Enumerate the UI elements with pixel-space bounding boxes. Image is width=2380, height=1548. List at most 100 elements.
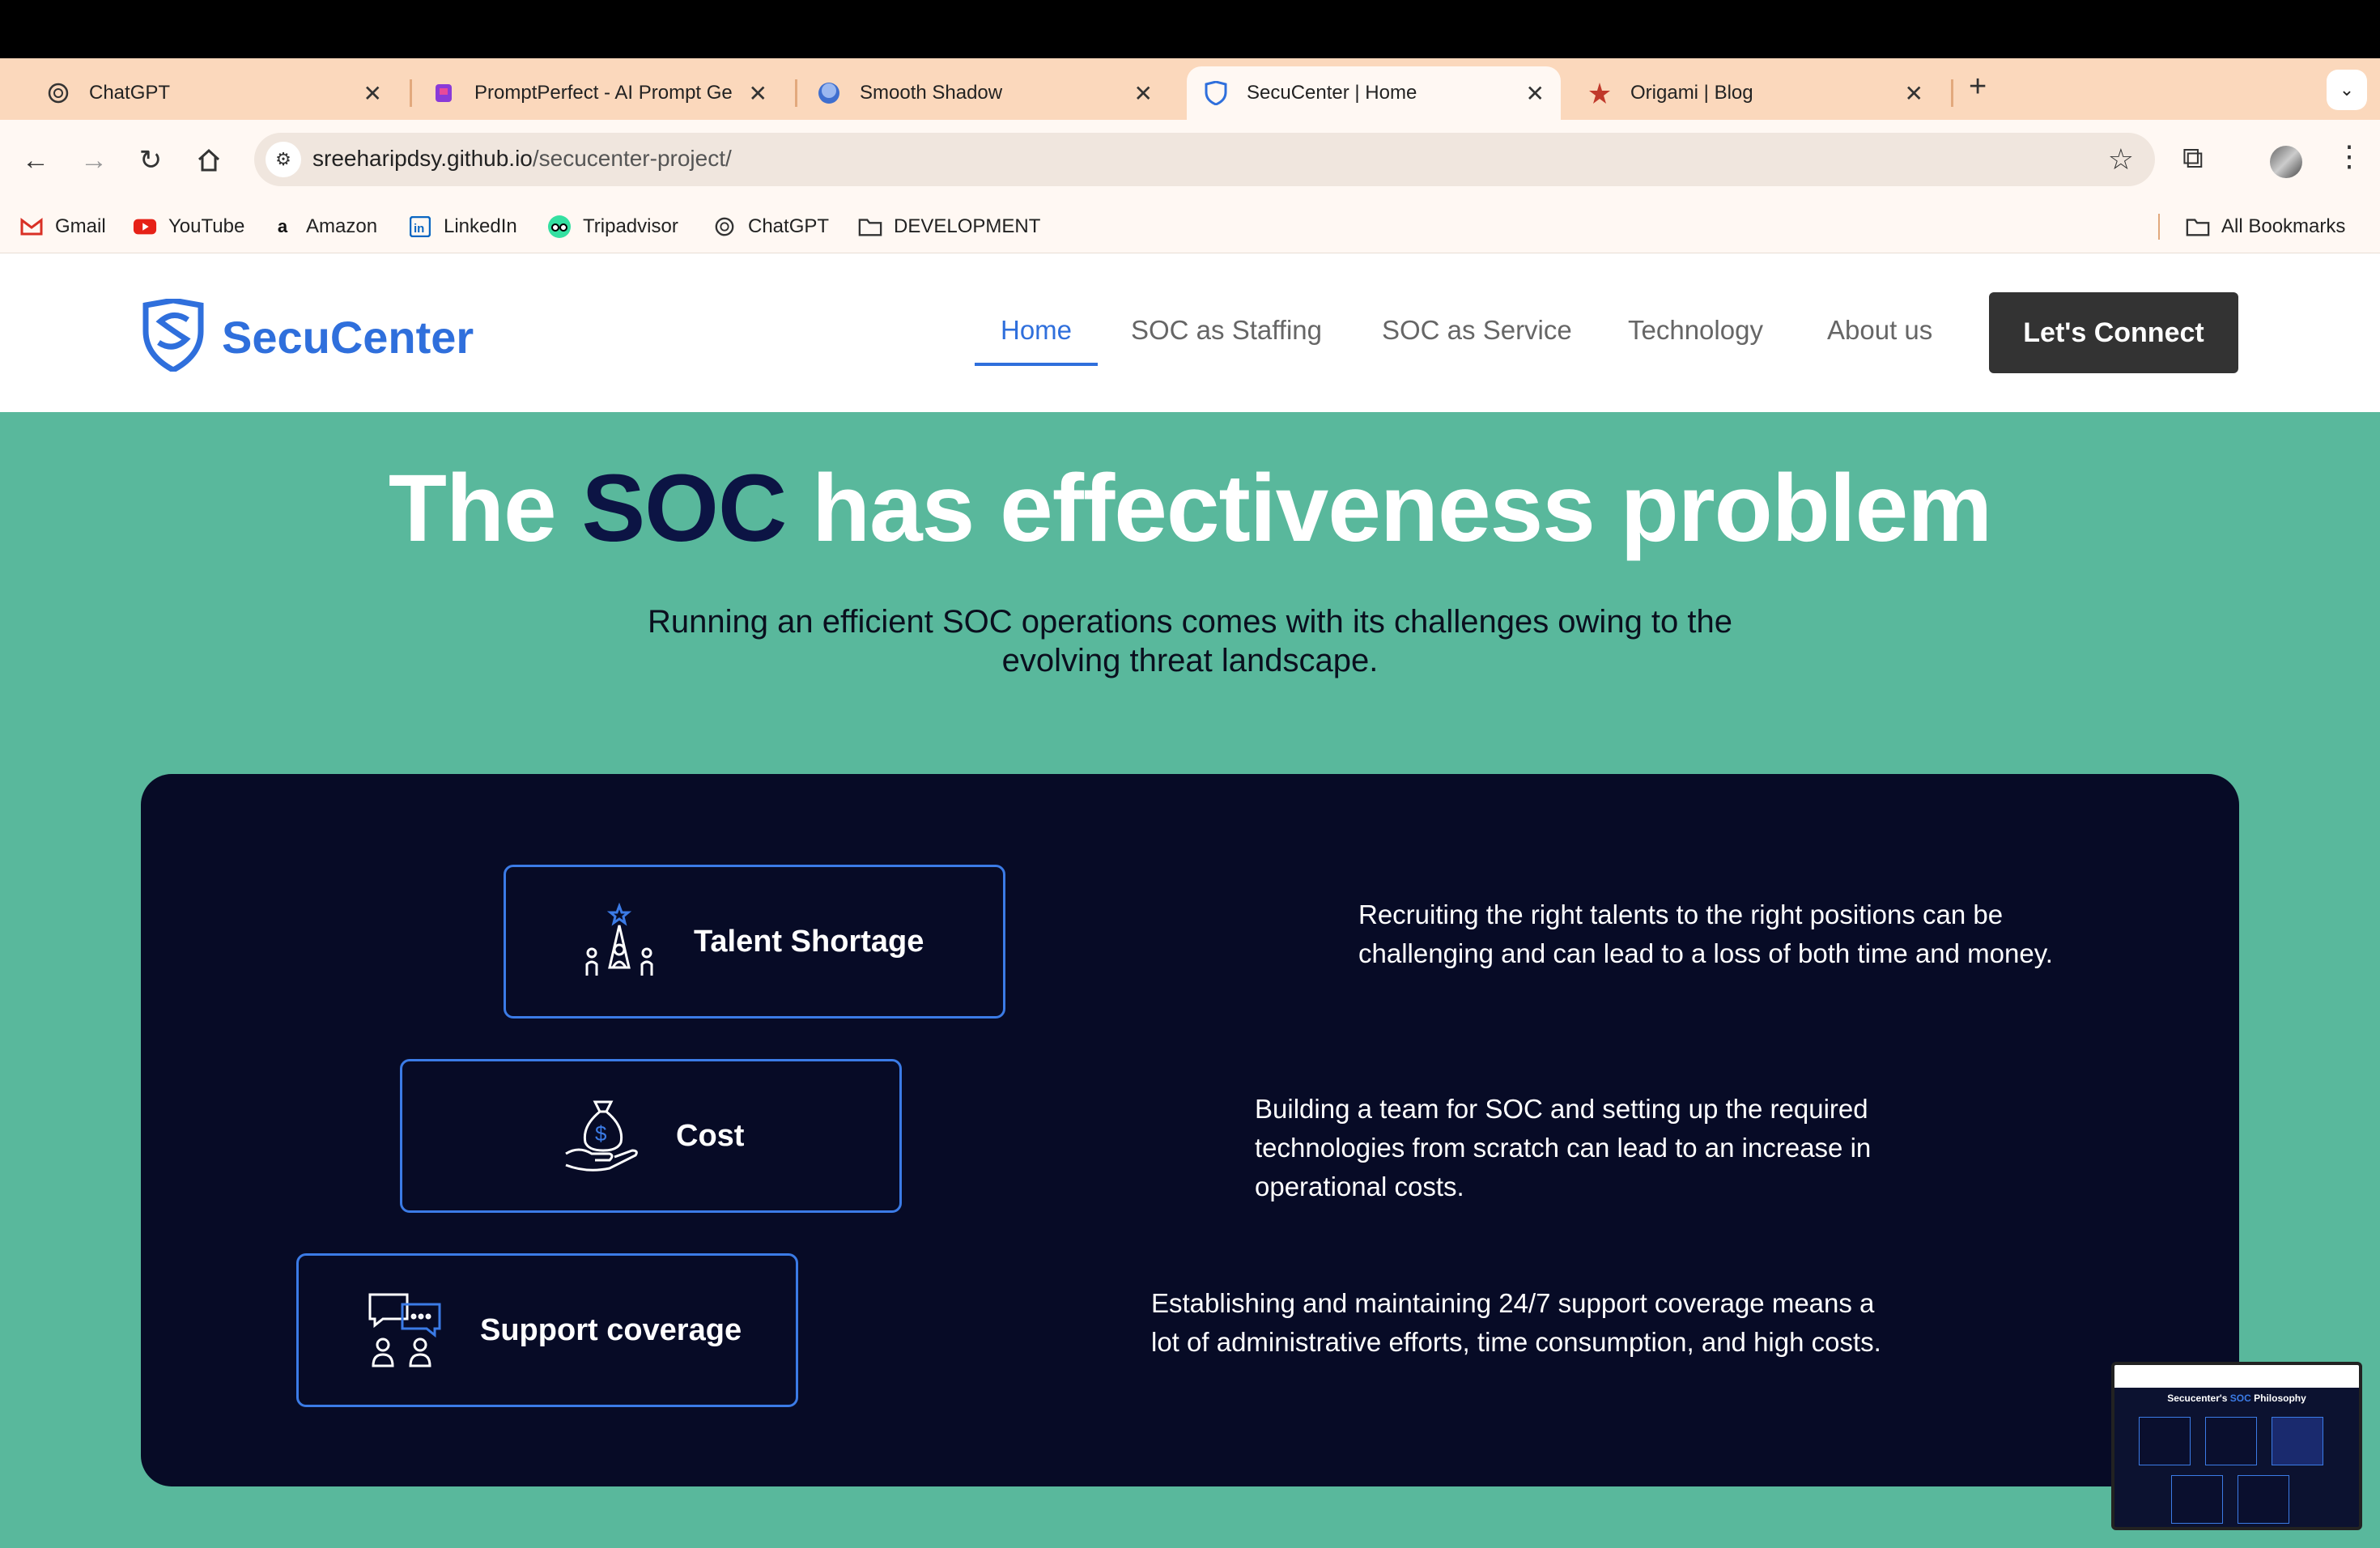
nav-home[interactable]: Home: [1001, 315, 1072, 346]
profile-avatar[interactable]: [2270, 146, 2302, 178]
tab-strip: ChatGPT ✕ PromptPerfect - AI Prompt Ge ✕…: [0, 58, 2380, 120]
close-icon[interactable]: ✕: [1134, 80, 1153, 107]
bookmark-youtube[interactable]: YouTube: [133, 212, 244, 241]
tab-separator: [1951, 79, 1953, 107]
bookmark-development-folder[interactable]: DEVELOPMENT: [858, 212, 1040, 241]
bookmark-chatgpt[interactable]: ChatGPT: [712, 212, 829, 241]
site-settings-icon[interactable]: ⚙: [266, 142, 301, 177]
support-chat-icon: [365, 1290, 446, 1371]
bookmark-star-icon[interactable]: ☆: [2108, 142, 2134, 176]
secucenter-icon: [1203, 80, 1229, 106]
thumbnail-card: [2139, 1417, 2191, 1465]
address-bar[interactable]: ⚙ sreeharipdsy.github.io/secucenter-proj…: [254, 133, 2155, 186]
bookmark-label: Tripadvisor: [583, 215, 678, 237]
brand-name: SecuCenter: [222, 312, 474, 363]
smooth-shadow-icon: [816, 80, 842, 106]
challenge-description: Building a team for SOC and setting up t…: [1255, 1094, 1872, 1201]
bookmarks-bar: Gmail YouTube a Amazon in LinkedIn Tripa…: [0, 201, 2380, 253]
browser-toolbar: ← → ↻ ⚙ sreeharipdsy.github.io/secucente…: [0, 120, 2380, 201]
screen-top-bar: [0, 0, 2380, 58]
nav-technology[interactable]: Technology: [1628, 315, 1763, 346]
browser-menu-icon[interactable]: ⋮: [2335, 139, 2364, 173]
bookmark-label: LinkedIn: [444, 215, 517, 237]
tab-title: Origami | Blog: [1630, 82, 1753, 104]
challenges-panel: Talent Shortage Recruiting the right tal…: [141, 774, 2239, 1486]
challenge-description: Recruiting the right talents to the righ…: [1358, 899, 2053, 968]
amazon-icon: a: [277, 216, 288, 236]
promptperfect-icon: [431, 80, 457, 106]
all-bookmarks[interactable]: All Bookmarks: [2186, 212, 2345, 241]
thumbnail-header: [2114, 1365, 2359, 1388]
linkedin-icon: in: [408, 215, 432, 239]
thumbnail-card: [2171, 1475, 2223, 1524]
tripadvisor-icon: [547, 215, 572, 239]
gmail-icon: [19, 215, 44, 239]
bookmark-label: All Bookmarks: [2221, 215, 2346, 237]
back-arrow-icon[interactable]: ←: [18, 142, 53, 178]
challenge-card-support-coverage: Support coverage: [296, 1253, 798, 1407]
thumbnail-card: [2272, 1417, 2323, 1465]
lets-connect-button[interactable]: Let's Connect: [1989, 292, 2238, 373]
challenge-title: Support coverage: [480, 1312, 742, 1347]
hero-subtitle: Running an efficient SOC operations come…: [647, 604, 1733, 678]
talent-icon: [579, 901, 660, 982]
thumbnail-title: Secucenter's SOC Philosophy: [2167, 1393, 2306, 1404]
close-icon[interactable]: ✕: [749, 80, 767, 107]
tab-origami[interactable]: Origami | Blog ✕: [1587, 66, 1940, 120]
tab-title: Smooth Shadow: [860, 82, 1003, 104]
active-nav-indicator: [975, 363, 1098, 366]
screenshot-thumbnail[interactable]: Secucenter's SOC Philosophy: [2111, 1362, 2362, 1530]
tab-promptperfect[interactable]: PromptPerfect - AI Prompt Ge ✕: [431, 66, 784, 120]
tab-separator: [410, 79, 412, 107]
money-bag-hand-icon: $: [561, 1095, 642, 1176]
close-icon[interactable]: ✕: [363, 80, 382, 107]
new-tab-plus-icon[interactable]: +: [1969, 70, 1987, 104]
extensions-puzzle-icon[interactable]: ⧉: [2182, 141, 2204, 176]
bookmark-label: Gmail: [55, 215, 106, 237]
tab-title: PromptPerfect - AI Prompt Ge: [474, 82, 733, 104]
nav-soc-as-service[interactable]: SOC as Service: [1382, 315, 1572, 346]
bookmark-amazon[interactable]: a Amazon: [270, 212, 377, 241]
nav-about-us[interactable]: About us: [1827, 315, 1932, 346]
tab-search-chevron-icon[interactable]: ⌄: [2327, 70, 2367, 110]
bookmark-tripadvisor[interactable]: Tripadvisor: [547, 212, 678, 241]
svg-text:in: in: [414, 222, 424, 236]
hero-title: The SOC has effectiveness problem: [388, 455, 1992, 562]
thumbnail-card: [2238, 1475, 2289, 1524]
youtube-icon: [133, 215, 157, 239]
challenge-title: Cost: [676, 1118, 745, 1153]
challenge-title: Talent Shortage: [694, 924, 924, 959]
tab-separator: [795, 79, 797, 107]
close-icon[interactable]: ✕: [1526, 80, 1545, 107]
bookmark-linkedin[interactable]: in LinkedIn: [408, 212, 517, 241]
folder-icon: [858, 215, 882, 239]
tab-title: SecuCenter | Home: [1247, 82, 1417, 104]
folder-icon: [2186, 215, 2210, 239]
url-text[interactable]: sreeharipdsy.github.io/secucenter-projec…: [312, 146, 732, 172]
challenge-description: Establishing and maintaining 24/7 suppor…: [1151, 1288, 1881, 1357]
bookmark-label: ChatGPT: [748, 215, 830, 237]
bookmark-label: DEVELOPMENT: [894, 215, 1041, 237]
tab-secucenter[interactable]: SecuCenter | Home ✕: [1187, 66, 1561, 120]
shield-logo-icon: [141, 297, 206, 376]
tab-smooth-shadow[interactable]: Smooth Shadow ✕: [816, 66, 1169, 120]
chatgpt-icon: [712, 215, 737, 239]
site-header: SecuCenter Home SOC as Staffing SOC as S…: [0, 253, 2380, 412]
tab-chatgpt[interactable]: ChatGPT ✕: [45, 66, 398, 120]
svg-text:$: $: [595, 1121, 607, 1146]
origami-icon: [1587, 80, 1613, 106]
challenge-card-talent-shortage: Talent Shortage: [504, 865, 1005, 1019]
close-icon[interactable]: ✕: [1905, 80, 1923, 107]
home-icon[interactable]: [191, 142, 227, 178]
bookmark-label: YouTube: [168, 215, 245, 237]
chatgpt-icon: [45, 80, 71, 106]
bookmark-gmail[interactable]: Gmail: [19, 212, 106, 241]
bookmark-label: Amazon: [306, 215, 378, 237]
site-logo[interactable]: SecuCenter: [141, 297, 474, 376]
tab-title: ChatGPT: [89, 82, 171, 104]
forward-arrow-icon[interactable]: →: [76, 142, 112, 178]
bookmarks-separator: [2158, 214, 2160, 240]
reload-icon[interactable]: ↻: [133, 142, 168, 178]
nav-soc-as-staffing[interactable]: SOC as Staffing: [1131, 315, 1322, 346]
thumbnail-card: [2205, 1417, 2257, 1465]
